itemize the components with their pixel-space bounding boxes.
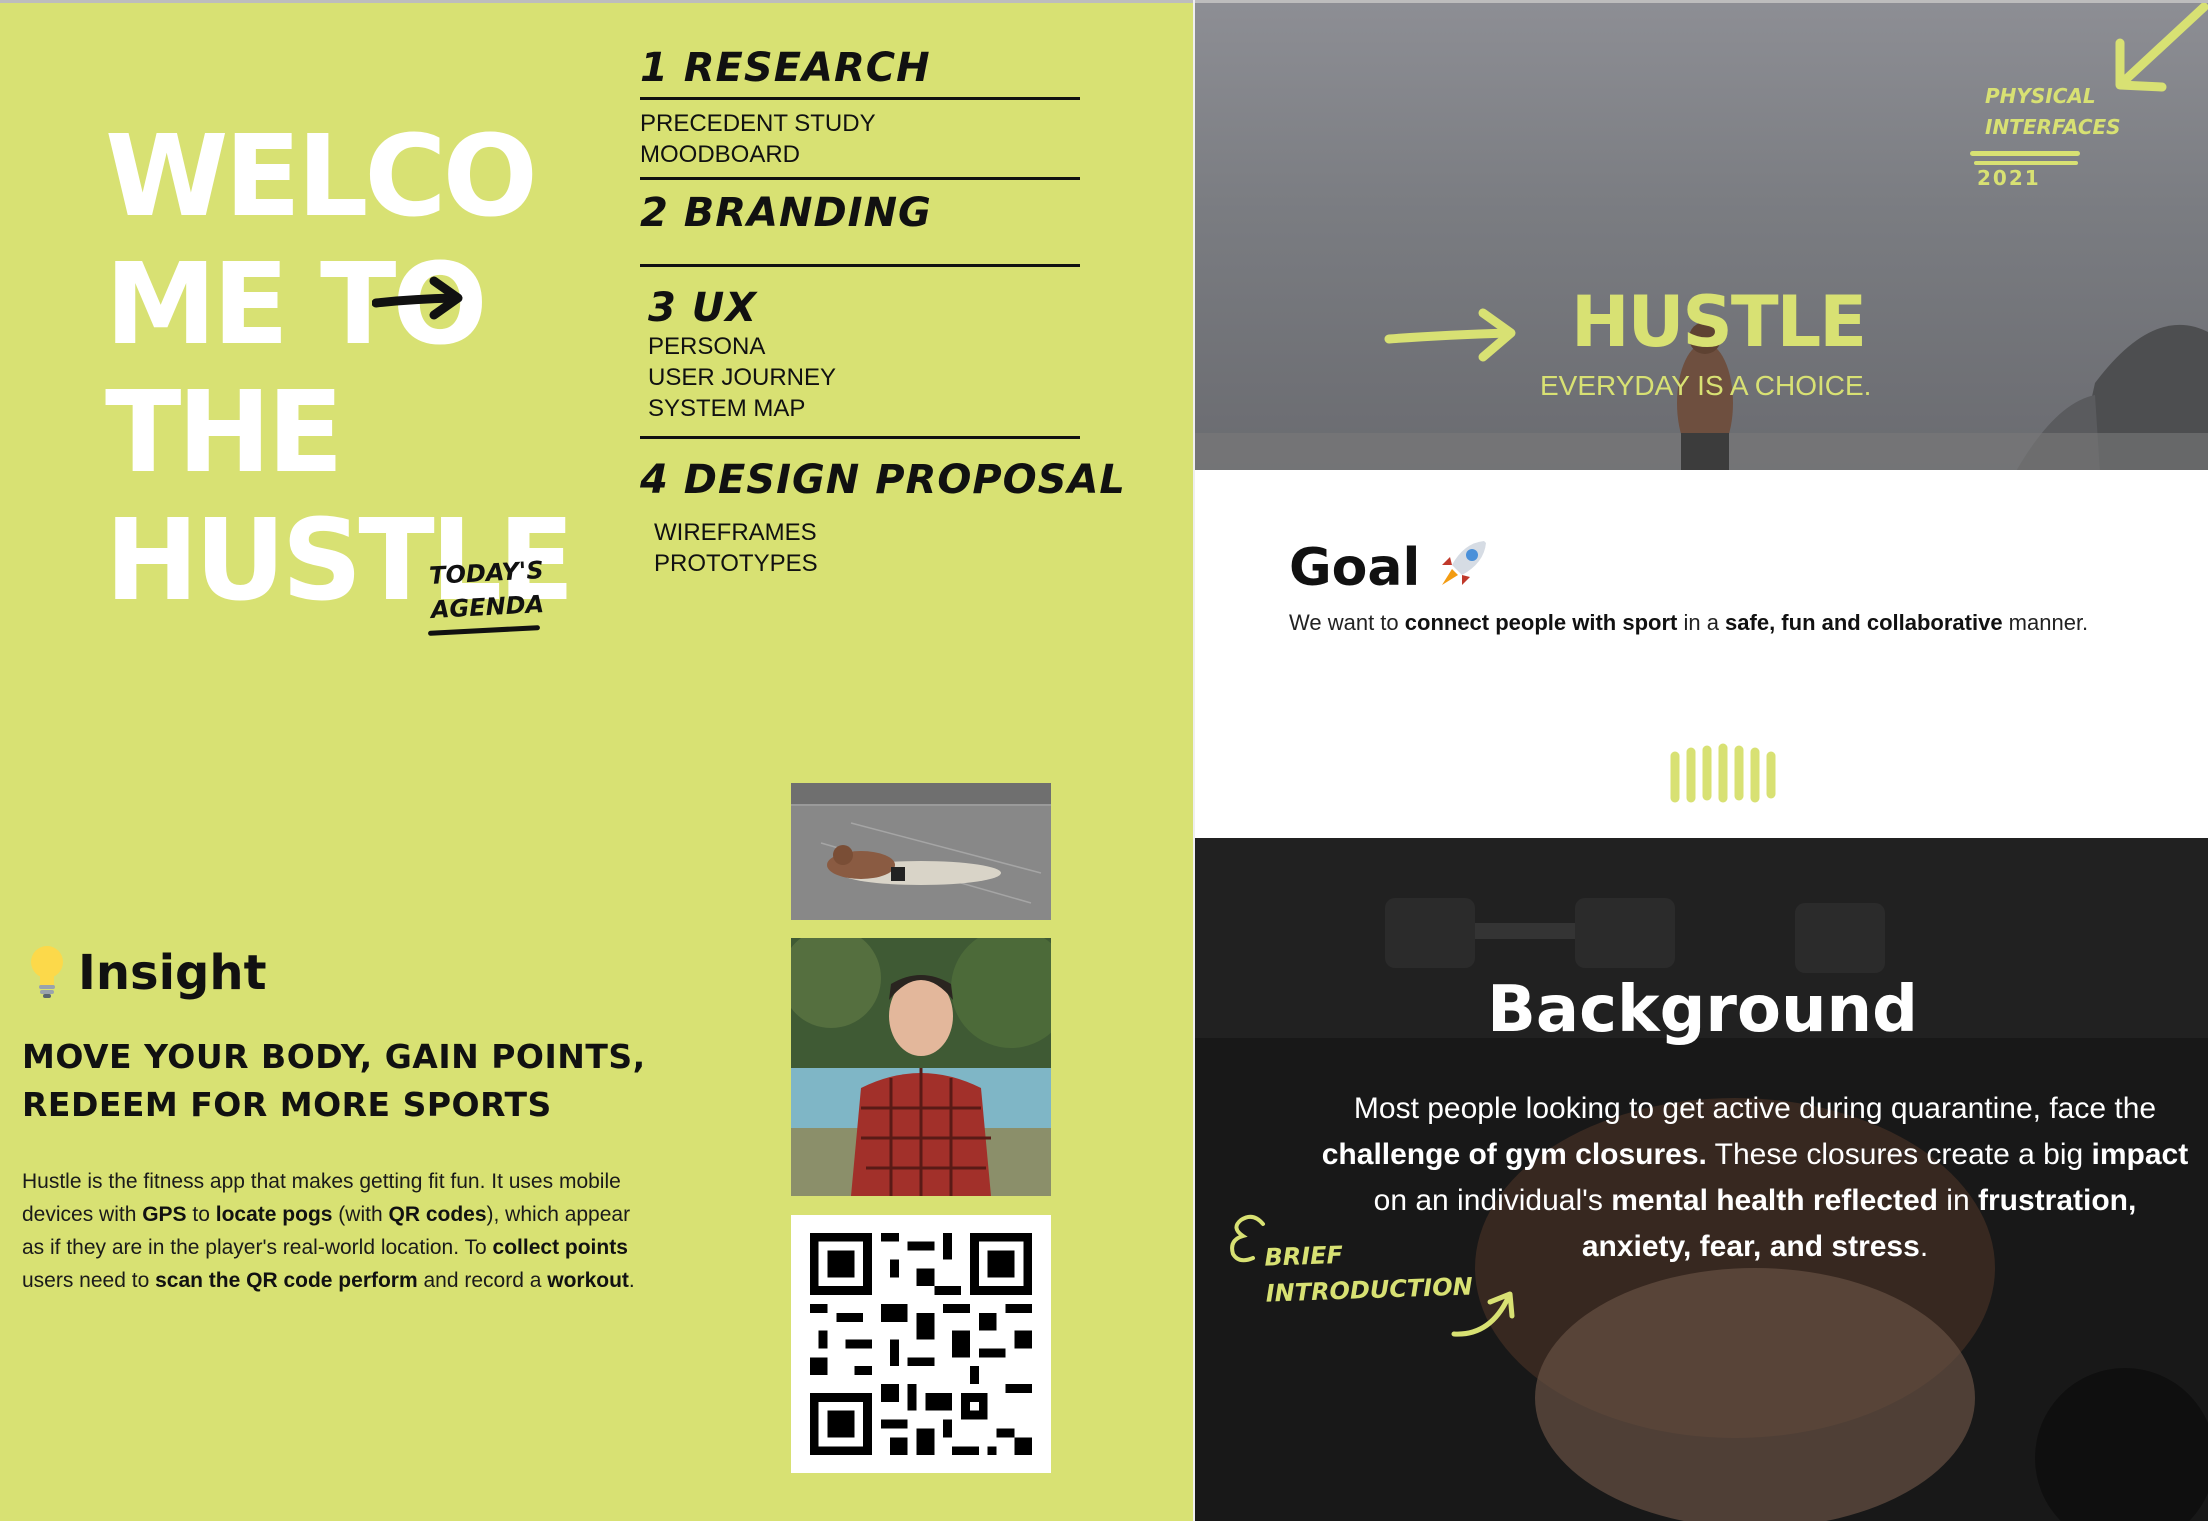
pushup-photo xyxy=(791,783,1051,920)
welcome-line-1: WELCO xyxy=(105,112,538,242)
agenda-subitem: WIREFRAMES xyxy=(654,519,817,546)
tally-marks-icon xyxy=(1670,743,1776,803)
goal-title: Goal xyxy=(1289,538,1421,598)
badge-line-1: PHYSICAL xyxy=(1985,84,2096,108)
curved-arrow-icon xyxy=(1451,1291,1515,1337)
agenda-subitem: USER JOURNEY xyxy=(648,364,837,391)
insight-tagline: MOVE YOUR BODY, GAIN POINTS, REDEEM FOR … xyxy=(22,1033,646,1129)
agenda-item-title: 4 DESIGN PROPOSAL xyxy=(640,457,1126,503)
agenda-divider xyxy=(640,177,1080,180)
goal-text: We want to connect people with sport in … xyxy=(1289,610,2089,635)
insight-description: Hustle is the fitness app that makes get… xyxy=(22,1170,635,1292)
welcome-panel: WELCO ME TO THE HUSTLE TODAY'S AGENDA 1 … xyxy=(0,0,1193,1521)
agenda-tag-line-2: AGENDA xyxy=(430,590,545,624)
badge-line-2: INTERFACES xyxy=(1985,115,2121,139)
agenda-item-design-proposal: 4 DESIGN PROPOSAL WIREFRAMES PROTOTYPES xyxy=(640,457,1126,579)
agenda-tag: TODAY'S AGENDA xyxy=(428,553,546,627)
agenda-subitem: SYSTEM MAP xyxy=(648,395,806,422)
agenda-divider xyxy=(640,436,1080,439)
agenda-list: 1 RESEARCH PRECEDENT STUDY MOODBOARD 2 B… xyxy=(640,45,1126,579)
info-panel: PHYSICAL INTERFACES 2021 HUSTLE EVERYDAY… xyxy=(1193,0,2208,1521)
agenda-item-ux: 3 UX PERSONA USER JOURNEY SYSTEM MAP xyxy=(640,285,1080,424)
welcome-heading: WELCO ME TO THE HUSTLE xyxy=(105,112,575,625)
background-title: Background xyxy=(1487,973,1918,1047)
agenda-divider xyxy=(640,264,1080,267)
agenda-subitem: PRECEDENT STUDY xyxy=(640,110,876,137)
qr-code[interactable] xyxy=(791,1215,1051,1473)
agenda-item-title: 2 BRANDING xyxy=(640,190,932,236)
agenda-item-title: 1 RESEARCH xyxy=(640,45,931,91)
brief-introduction-tag: BRIEF INTRODUCTION xyxy=(1264,1232,1473,1311)
hero-banner: PHYSICAL INTERFACES 2021 HUSTLE EVERYDAY… xyxy=(1195,0,2208,470)
brand-slogan: EVERYDAY IS A CHOICE. xyxy=(1540,370,1872,401)
agenda-subitem: PROTOTYPES xyxy=(654,550,818,577)
background-section: Background Most people looking to get ac… xyxy=(1195,838,2208,1521)
agenda-underline xyxy=(427,625,541,636)
tagline-line-1: MOVE YOUR BODY, GAIN POINTS, xyxy=(22,1037,646,1076)
lightbulb-icon xyxy=(31,946,63,998)
rocket-icon xyxy=(1442,541,1487,585)
badge-underline xyxy=(1970,151,2080,156)
badge-underline xyxy=(1974,161,2078,165)
agenda-item-research: 1 RESEARCH PRECEDENT STUDY MOODBOARD xyxy=(640,45,1080,180)
brand-title: HUSTLE xyxy=(1571,281,1867,363)
welcome-line-2: ME TO xyxy=(105,240,488,370)
person-photo xyxy=(791,938,1051,1196)
arrow-right-icon xyxy=(1384,308,1516,362)
course-badge: PHYSICAL INTERFACES xyxy=(1985,81,2121,143)
insight-title: Insight xyxy=(78,945,267,1001)
arrow-right-icon xyxy=(372,276,463,320)
insight-heading: Insight xyxy=(28,943,267,1001)
badge-year: 2021 xyxy=(1977,166,2041,190)
welcome-line-3: THE xyxy=(105,368,344,498)
agenda-divider xyxy=(640,97,1080,100)
tagline-line-2: REDEEM FOR MORE SPORTS xyxy=(22,1085,552,1124)
goal-heading: Goal xyxy=(1289,535,1492,598)
agenda-item-title: 3 UX xyxy=(648,285,758,331)
agenda-item-branding: 2 BRANDING xyxy=(640,190,1080,267)
agenda-subitem: PERSONA xyxy=(648,333,766,360)
brief-line-2: INTRODUCTION xyxy=(1265,1272,1474,1308)
agenda-subitem: MOODBOARD xyxy=(640,141,801,168)
